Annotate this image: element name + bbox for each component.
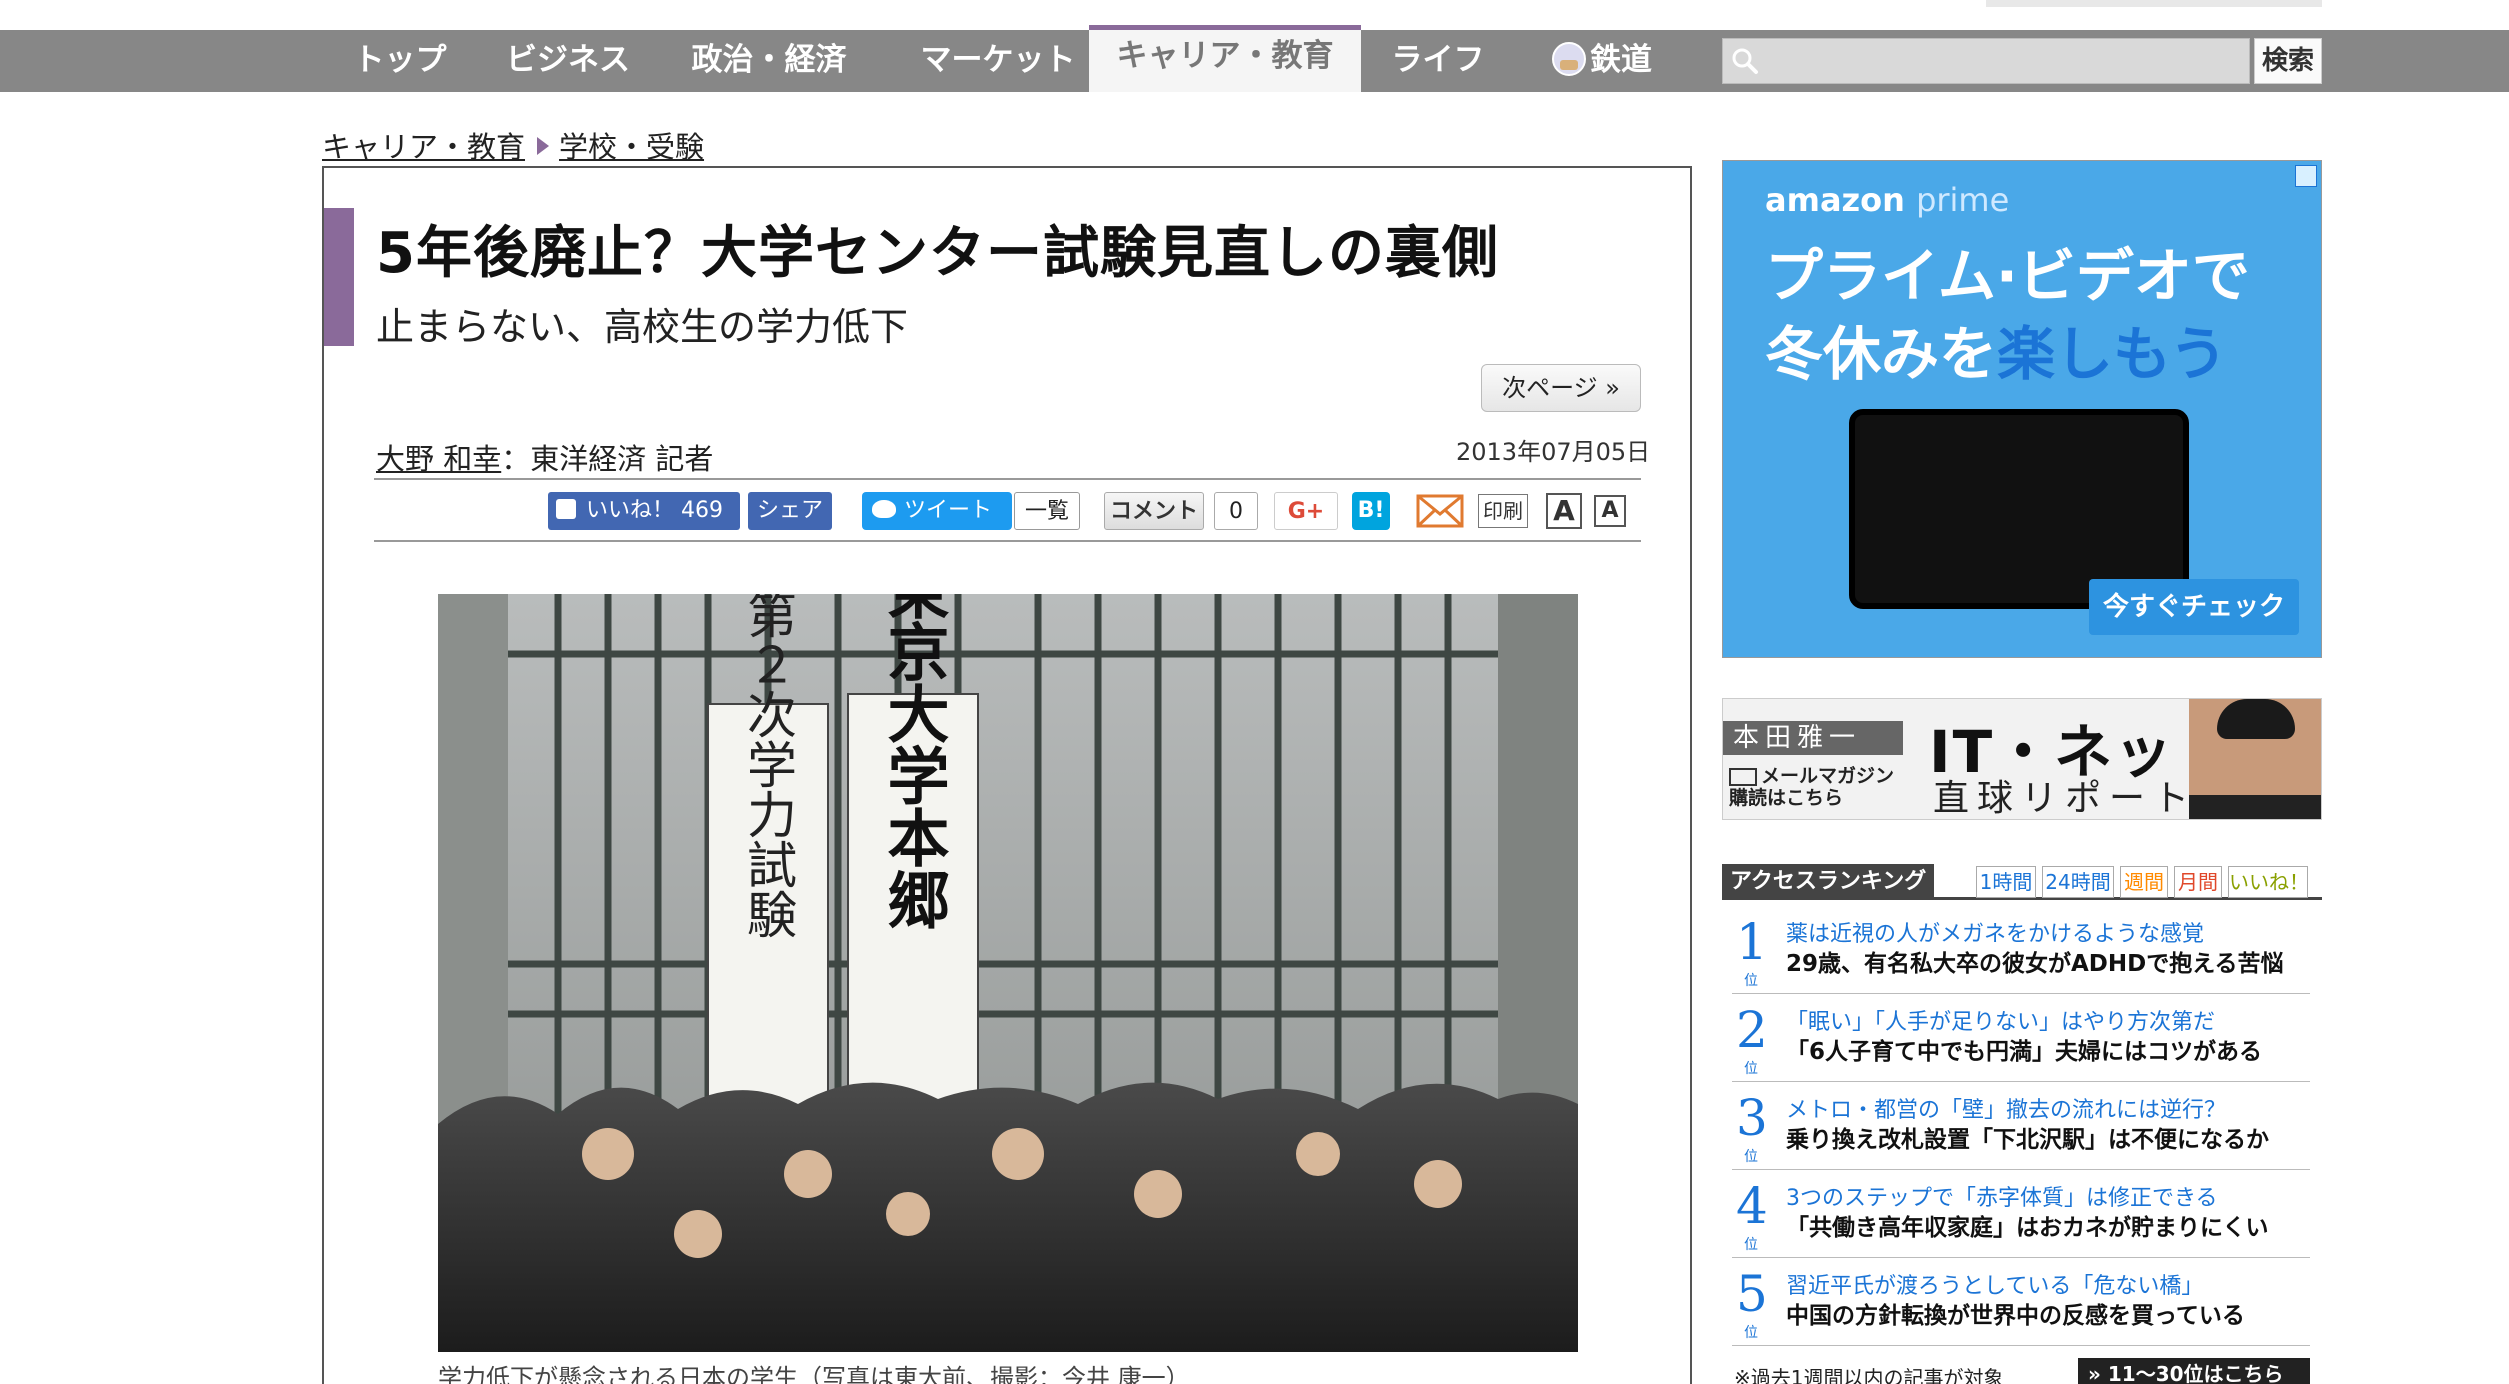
ad-brand: amazon prime <box>1765 181 2009 219</box>
article-box: 5年後廃止？大学センター試験見直しの裏側 止まらない、高校生の学力低下 次ページ… <box>322 166 1692 1384</box>
tweet-list-button[interactable]: 一覧 <box>1014 492 1080 530</box>
rank-suffix: 位 <box>1744 1237 1758 1253</box>
divider <box>374 540 1641 542</box>
banner-mail-signup: メールマガジン 購読はこちら <box>1729 765 1895 809</box>
nav-item-business[interactable]: ビジネス <box>496 30 640 92</box>
ranking-note: ※過去1週間以内の記事が対象 <box>1734 1366 2004 1384</box>
tweet-label: ツイート <box>904 498 993 523</box>
rank-number: 1 <box>1736 913 1768 971</box>
top-strip <box>1986 0 2322 7</box>
railway-mascot-icon <box>1552 41 1586 76</box>
rank-suffix: 位 <box>1744 973 1758 989</box>
nav-item-top[interactable]: トップ <box>346 30 454 92</box>
tweet-button[interactable]: ツイート <box>862 492 1012 530</box>
ranking-tab-week[interactable]: 週間 <box>2120 866 2168 898</box>
nav-item-market[interactable]: マーケット <box>898 30 1098 92</box>
article-title: 5年後廃止？大学センター試験見直しの裏側 <box>376 221 1499 286</box>
ad-headline-line2: 冬休みを楽しもう <box>1765 320 2228 388</box>
print-button[interactable]: 印刷 <box>1478 494 1528 528</box>
rank-suffix: 位 <box>1744 1061 1758 1077</box>
rank-number: 3 <box>1736 1089 1768 1147</box>
like-label: いいね！ <box>586 498 675 523</box>
font-size-small-button[interactable]: A <box>1594 495 1626 527</box>
ad-choices-icon[interactable] <box>2295 165 2317 187</box>
ranking-item[interactable]: 3 位 メトロ・都営の「壁」撤去の流れには逆行？ 乗り換え改札設置「下北沢駅」は… <box>1732 1084 2310 1170</box>
ranking-header: アクセスランキング 1時間 24時間 週間 月間 いいね！ <box>1722 860 2322 900</box>
like-count: 469 <box>681 498 724 523</box>
author-photo <box>2189 699 2321 819</box>
article-subtitle: 止まらない、高校生の学力低下 <box>376 305 909 349</box>
author-affiliation: ：東洋経済 記者 <box>501 442 714 476</box>
breadcrumb-school-exam[interactable]: 学校・受験 <box>559 130 704 164</box>
ranking-tab-month[interactable]: 月間 <box>2174 866 2222 898</box>
byline: 大野 和幸：東洋経済 記者 <box>376 436 713 478</box>
ad-brand-prime: prime <box>1916 181 2010 219</box>
nav-item-life[interactable]: ライフ <box>1384 30 1492 92</box>
rank-headline[interactable]: 「共働き高年収家庭」はおカネが貯まりにくい <box>1786 1208 2269 1242</box>
author-link[interactable]: 大野 和幸 <box>376 442 501 476</box>
publish-date: 2013年07月05日 <box>1456 438 1651 466</box>
photo-caption: 学力低下が懸念される日本の学生（写真は東大前、撮影：今井 康一） <box>438 1364 1190 1384</box>
mail-icon[interactable] <box>1416 492 1464 530</box>
nav-item-railway[interactable]: 鉄道 <box>1546 30 1658 92</box>
ranking-item[interactable]: 4 位 3つのステップで「赤字体質」は修正できる 「共働き高年収家庭」はおカネが… <box>1732 1172 2310 1258</box>
twitter-bird-icon <box>872 500 896 518</box>
title-accent-bar <box>324 208 354 346</box>
google-plus-button[interactable]: G+ <box>1274 492 1338 530</box>
breadcrumb-career-education[interactable]: キャリア・教育 <box>322 130 525 164</box>
article-photo: 第２次学力試験 東京大学本郷 <box>438 594 1578 1352</box>
ranking-tab-1h[interactable]: 1時間 <box>1976 866 2036 898</box>
facebook-share-button[interactable]: シェア <box>748 492 832 530</box>
rank-suffix: 位 <box>1744 1149 1758 1165</box>
ranking-title: アクセスランキング <box>1722 864 1935 900</box>
amazon-prime-ad[interactable]: amazon prime プライム·ビデオで 冬休みを楽しもう 今すぐチェック <box>1722 160 2322 658</box>
rank-headline[interactable]: 中国の方針転換が世界中の反感を買っている <box>1786 1296 2245 1330</box>
ranking-more-link[interactable]: » 11～30位はこちら <box>2078 1358 2310 1384</box>
divider <box>374 478 1641 480</box>
banner-author-name: 本田雅一 <box>1723 721 1903 755</box>
font-size-large-button[interactable]: A <box>1546 493 1582 529</box>
rank-headline[interactable]: 「6人子育て中でも円満」夫婦にはコツがある <box>1786 1032 2262 1066</box>
search-button[interactable]: 検索 <box>2254 38 2322 84</box>
global-nav: トップ ビジネス 政治・経済 マーケット キャリア・教育 ライフ 鉄道 検索 <box>0 25 2509 92</box>
facebook-like-button[interactable]: いいね！ 469 <box>548 492 740 530</box>
ad-headline-line1: プライム·ビデオで <box>1765 242 2250 310</box>
search-icon <box>1732 48 1758 74</box>
ad-brand-amazon: amazon <box>1765 181 1905 219</box>
hatena-bookmark-button[interactable]: B! <box>1352 492 1390 530</box>
nav-item-railway-label: 鉄道 <box>1590 42 1652 78</box>
breadcrumb-arrow-icon <box>537 137 550 155</box>
photo-scene: 第２次学力試験 東京大学本郷 <box>438 594 1578 1352</box>
rank-headline[interactable]: 29歳、有名私大卒の彼女がADHDで抱える苦悩 <box>1786 944 2284 978</box>
rank-suffix: 位 <box>1744 1325 1758 1341</box>
photo-sign-exam: 第２次学力試験 <box>739 594 797 939</box>
thumbs-up-icon <box>556 499 576 519</box>
next-page-button[interactable]: 次ページ » <box>1481 364 1641 412</box>
nav-item-career-education[interactable]: キャリア・教育 <box>1089 25 1361 92</box>
comment-count: 0 <box>1214 492 1258 530</box>
it-net-banner[interactable]: 本田雅一 メールマガジン 購読はこちら IT・ネット 直球リポート <box>1722 698 2322 820</box>
banner-subtitle: 直球リポート <box>1933 778 2198 819</box>
ad-cta-button[interactable]: 今すぐチェック <box>2089 579 2299 635</box>
breadcrumb: キャリア・教育 学校・受験 <box>322 124 704 164</box>
ranking-tab-like[interactable]: いいね！ <box>2228 866 2309 898</box>
rank-number: 2 <box>1736 1001 1768 1059</box>
ad-headline: プライム·ビデオで 冬休みを楽しもう <box>1765 237 2250 393</box>
access-ranking: アクセスランキング 1時間 24時間 週間 月間 いいね！ 1 位 薬は近視の人… <box>1722 860 2322 1384</box>
comment-button[interactable]: コメント <box>1104 492 1204 530</box>
search-input[interactable] <box>1722 38 2250 84</box>
photo-sign-university: 東京大学本郷 <box>877 594 950 930</box>
ranking-item[interactable]: 2 位 「眠い」「人手が足りない」はやり方次第だ 「6人子育て中でも円満」夫婦に… <box>1732 996 2310 1082</box>
ranking-tab-24h[interactable]: 24時間 <box>2042 866 2114 898</box>
nav-item-politics-economy[interactable]: 政治・経済 <box>684 30 854 92</box>
rank-number: 4 <box>1736 1177 1768 1235</box>
envelope-icon <box>1729 767 1757 786</box>
rank-number: 5 <box>1736 1265 1768 1323</box>
ranking-item[interactable]: 1 位 薬は近視の人がメガネをかけるような感覚 29歳、有名私大卒の彼女がADH… <box>1732 908 2310 994</box>
rank-headline[interactable]: 乗り換え改札設置「下北沢駅」は不便になるか <box>1786 1120 2269 1154</box>
ranking-item[interactable]: 5 位 習近平氏が渡ろうとしている「危ない橋」 中国の方針転換が世界中の反感を買… <box>1732 1260 2310 1346</box>
